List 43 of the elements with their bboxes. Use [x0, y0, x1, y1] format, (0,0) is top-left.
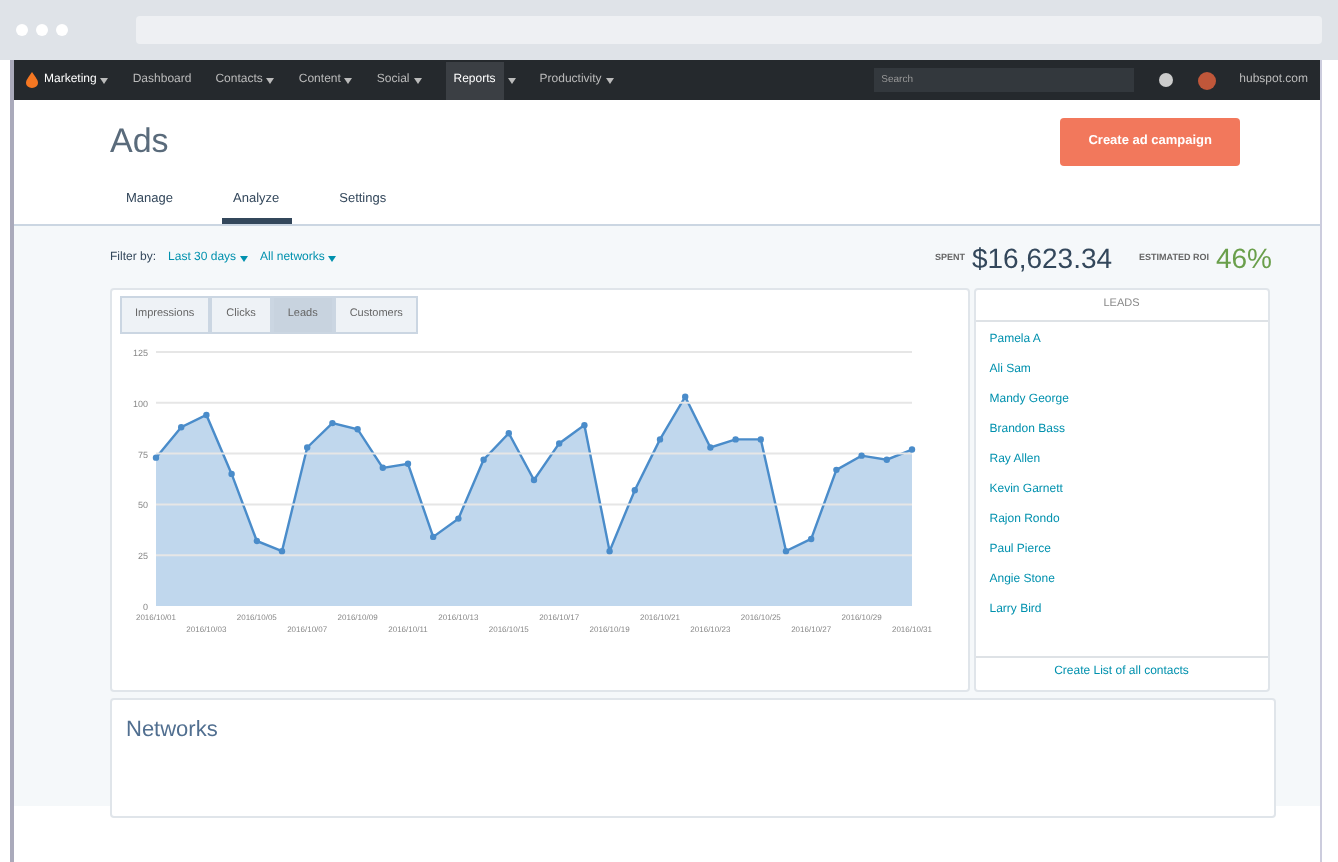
data-point — [832, 467, 839, 474]
data-point — [756, 436, 763, 444]
data-point — [807, 536, 814, 543]
flame-icon — [26, 72, 38, 88]
data-point — [202, 412, 209, 419]
window-dot — [56, 24, 68, 36]
stat-value: $16,623.34 — [971, 240, 1113, 279]
data-point — [605, 548, 612, 555]
data-point — [781, 548, 789, 555]
data-point — [630, 487, 637, 494]
data-point — [479, 457, 486, 464]
caret-icon — [240, 256, 249, 263]
data-point — [731, 436, 738, 444]
data-point — [580, 422, 587, 429]
data-point — [227, 471, 234, 478]
data-point — [454, 515, 461, 523]
data-point — [706, 444, 713, 452]
data-point — [681, 394, 688, 401]
data-point — [907, 446, 915, 454]
window-dot — [36, 24, 48, 36]
stat-value: 46% — [1215, 240, 1272, 279]
data-point — [303, 444, 310, 452]
data-point — [655, 436, 663, 444]
data-point — [277, 548, 285, 555]
networks-heading: Networks — [126, 716, 220, 747]
window-dot — [16, 24, 28, 36]
avatar[interactable] — [1197, 71, 1216, 89]
data-point — [429, 534, 436, 541]
data-point — [504, 430, 511, 437]
data-point — [151, 454, 159, 462]
page-title: Ads — [110, 120, 169, 164]
data-point — [353, 426, 360, 433]
data-point — [378, 465, 385, 472]
data-point — [882, 457, 889, 464]
data-point — [555, 440, 562, 448]
caret-icon — [328, 256, 337, 263]
data-point — [403, 461, 411, 468]
data-point — [177, 424, 184, 431]
data-point — [252, 538, 259, 545]
data-point — [857, 452, 864, 460]
globe-icon[interactable] — [1157, 72, 1174, 88]
data-point — [328, 420, 335, 427]
data-point — [529, 477, 537, 484]
